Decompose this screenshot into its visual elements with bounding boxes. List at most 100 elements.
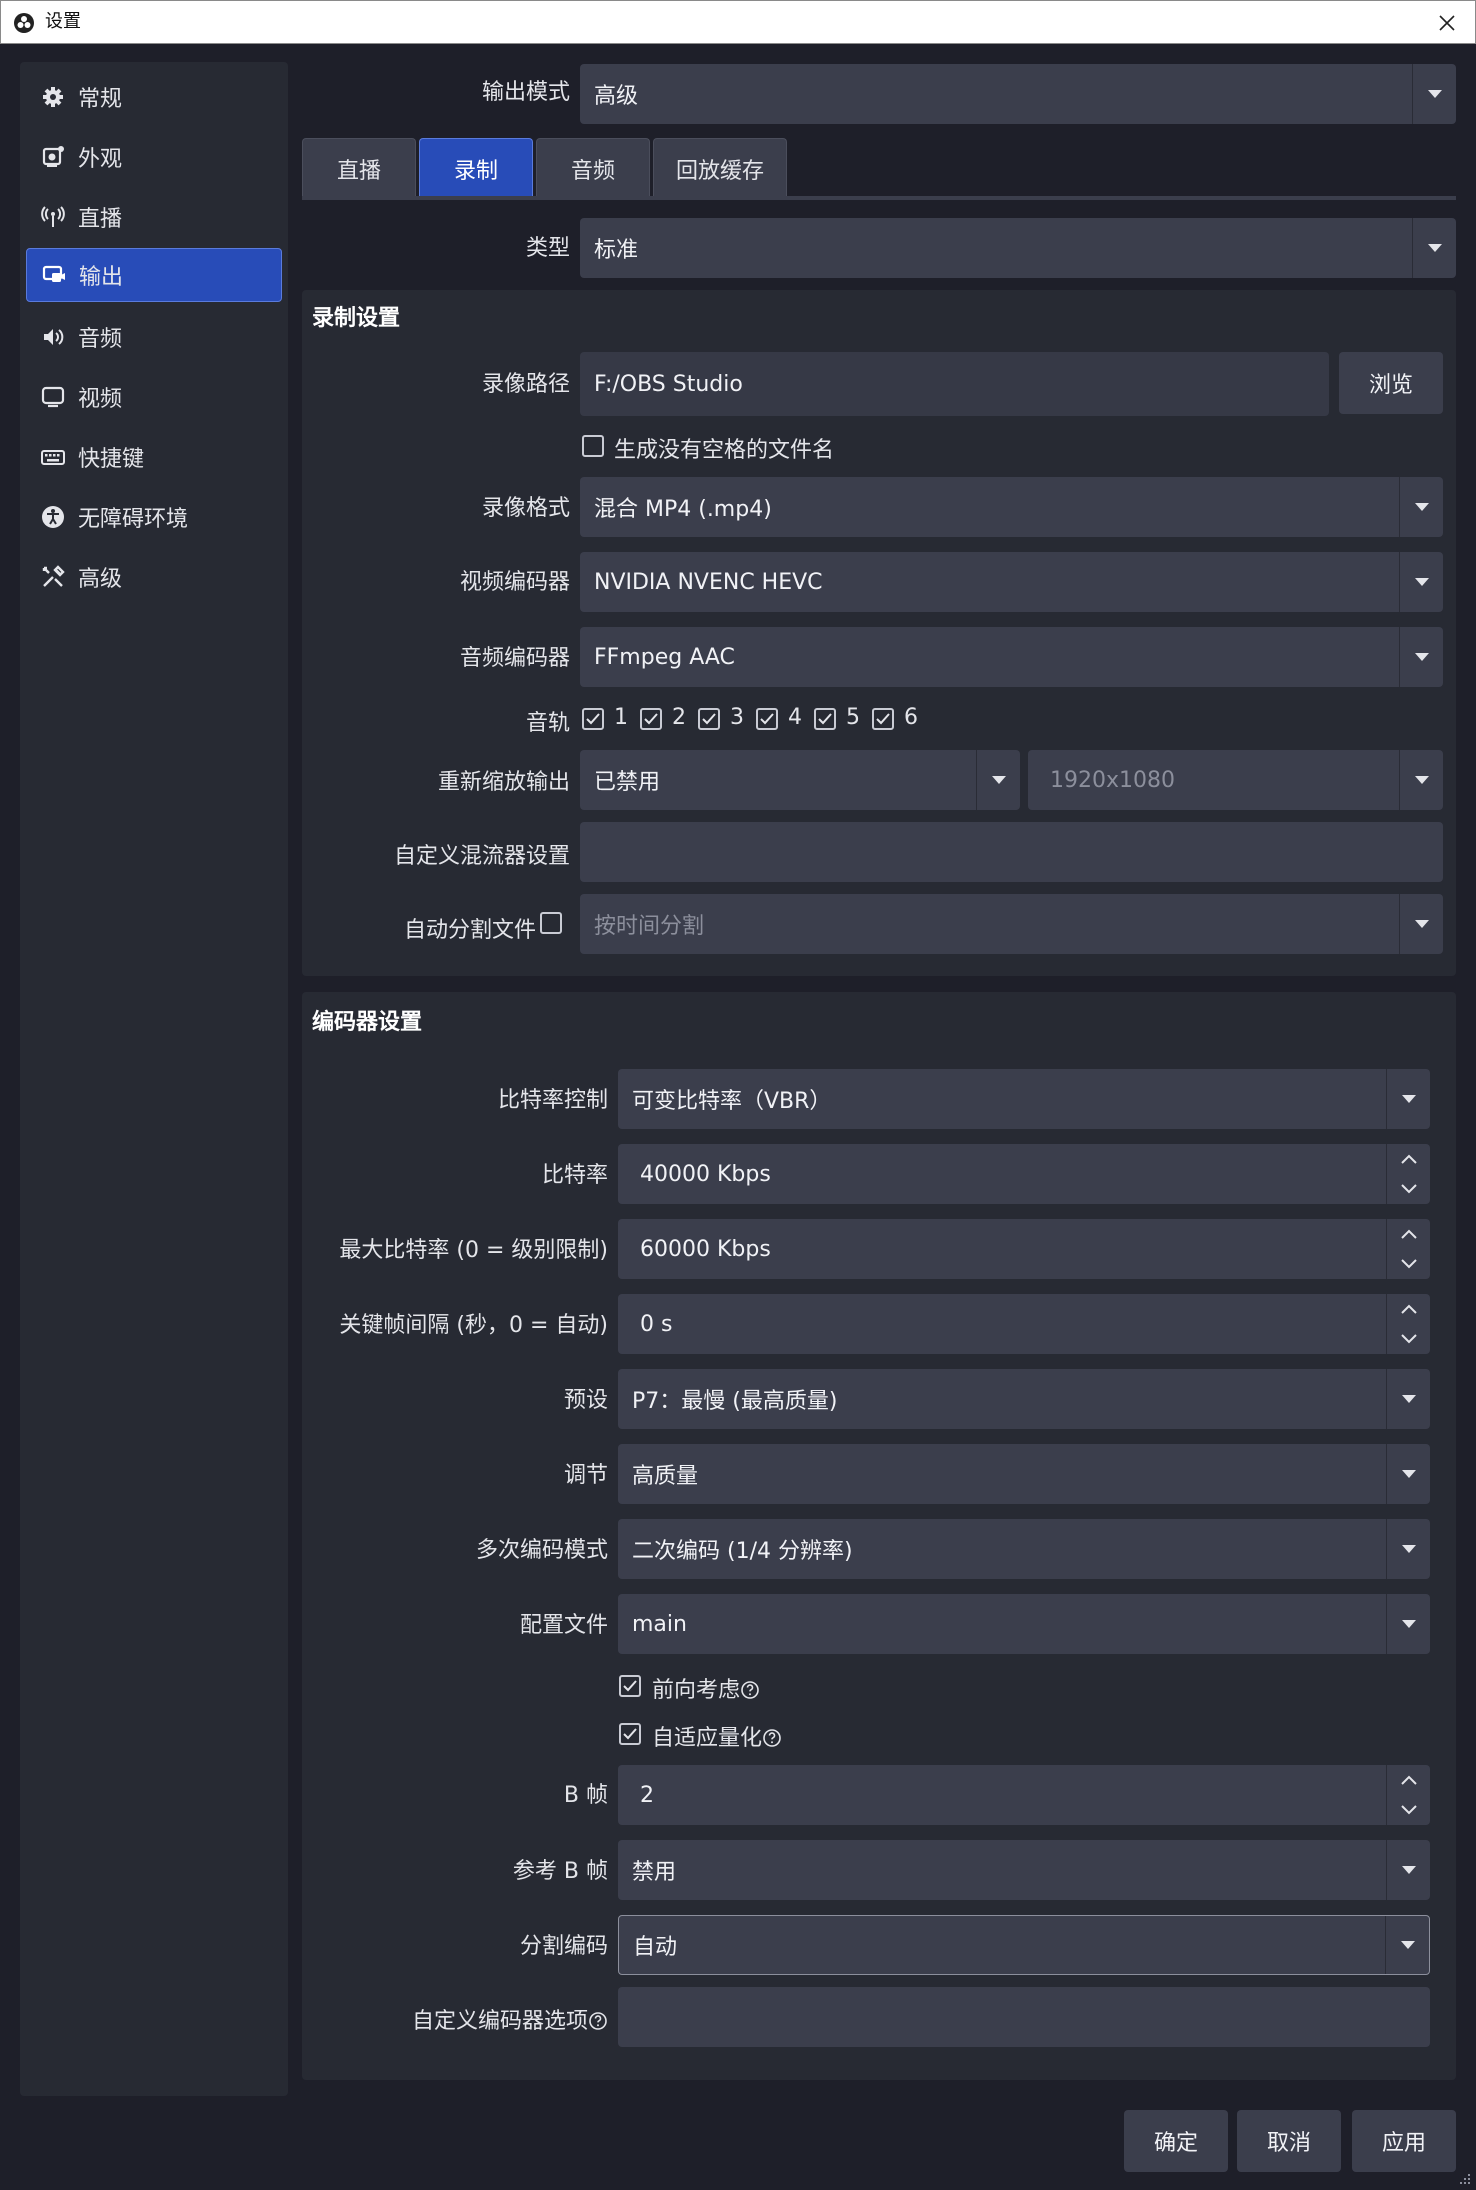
split-mode-dropdown[interactable]: 按时间分割: [580, 894, 1443, 954]
chevron-down-icon: [1386, 1594, 1430, 1654]
type-dropdown[interactable]: 标准: [580, 218, 1456, 278]
profile-dropdown[interactable]: main: [618, 1594, 1430, 1654]
chevron-down-icon: [976, 750, 1020, 810]
chevron-up-icon: [1400, 1154, 1417, 1164]
rate-control-label: 比特率控制: [497, 1088, 608, 1113]
rescale-label: 重新缩放输出: [437, 770, 570, 795]
chevron-down-icon: [1399, 894, 1443, 954]
lookahead-label: 前向考虑: [652, 1678, 741, 1703]
sidebar-item-accessibility[interactable]: 无障碍环境: [26, 490, 282, 544]
preset-label: 预设: [563, 1388, 608, 1413]
output-mode-dropdown[interactable]: 高级: [580, 64, 1456, 124]
track-3-checkbox[interactable]: [698, 708, 720, 730]
split-encode-dropdown[interactable]: 自动: [618, 1915, 1430, 1975]
close-button[interactable]: [1431, 7, 1463, 39]
muxer-label: 自定义混流器设置: [393, 844, 570, 869]
rescale-dropdown[interactable]: 已禁用: [580, 750, 1020, 810]
track-label: 3: [730, 705, 744, 730]
tab-replay-buffer[interactable]: 回放缓存: [653, 138, 787, 198]
spin-buttons[interactable]: [1386, 1765, 1430, 1825]
track-5-checkbox[interactable]: [814, 708, 836, 730]
bframes-spinbox[interactable]: 2: [618, 1765, 1430, 1825]
chevron-down-icon: [1385, 1916, 1429, 1974]
rate-control-dropdown[interactable]: 可变比特率（VBR）: [618, 1069, 1430, 1129]
help-icon[interactable]: [762, 1728, 782, 1748]
keyint-label: 关键帧间隔 (秒，0 = 自动): [339, 1313, 608, 1338]
cancel-button[interactable]: 取消: [1237, 2110, 1341, 2172]
sidebar-item-label: 输出: [79, 265, 124, 290]
help-icon[interactable]: [740, 1680, 760, 1700]
adaptive-quant-checkbox[interactable]: [619, 1723, 641, 1745]
sidebar-item-label: 快捷键: [78, 447, 145, 472]
speaker-icon: [44, 329, 64, 345]
tab-stream[interactable]: 直播: [302, 138, 416, 198]
apply-button[interactable]: 应用: [1352, 2110, 1456, 2172]
track-6-checkbox[interactable]: [872, 708, 894, 730]
sidebar-item-video[interactable]: 视频: [26, 370, 282, 424]
sidebar-item-advanced[interactable]: 高级: [26, 550, 282, 604]
custom-opts-input[interactable]: [618, 1987, 1430, 2047]
title-bar: 设置: [0, 0, 1476, 44]
spin-buttons[interactable]: [1386, 1294, 1430, 1354]
chevron-up-icon: [1400, 1304, 1417, 1314]
bitrate-spinbox[interactable]: 40000 Kbps: [618, 1144, 1430, 1204]
settings-sidebar: 常规 外观 直播 输出 音频 视频 快捷键 无障碍环境 高级: [20, 62, 288, 2096]
sidebar-item-audio[interactable]: 音频: [26, 310, 282, 364]
chevron-down-icon: [1386, 1069, 1430, 1129]
ok-button[interactable]: 确定: [1124, 2110, 1228, 2172]
sidebar-item-general[interactable]: 常规: [26, 70, 282, 124]
tools-icon: [42, 565, 65, 587]
split-file-checkbox[interactable]: [540, 912, 562, 934]
lookahead-checkbox[interactable]: [619, 1675, 641, 1697]
audio-encoder-label: 音频编码器: [459, 646, 570, 671]
bref-label: 参考 B 帧: [512, 1859, 608, 1884]
track-label: 4: [788, 705, 802, 730]
appearance-icon: [42, 146, 64, 167]
bref-dropdown[interactable]: 禁用: [618, 1840, 1430, 1900]
multipass-dropdown[interactable]: 二次编码 (1/4 分辨率): [618, 1519, 1430, 1579]
sidebar-item-stream[interactable]: 直播: [26, 190, 282, 244]
tab-audio[interactable]: 音频: [536, 138, 650, 198]
rescale-resolution-dropdown[interactable]: 1920x1080: [1028, 750, 1443, 810]
track-1-checkbox[interactable]: [582, 708, 604, 730]
preset-dropdown[interactable]: P7：最慢 (最高质量): [618, 1369, 1430, 1429]
gear-icon: [43, 87, 63, 107]
sidebar-item-appearance[interactable]: 外观: [26, 130, 282, 184]
resize-grip-icon[interactable]: [1456, 2170, 1472, 2186]
browse-button[interactable]: 浏览: [1339, 352, 1443, 414]
tune-dropdown[interactable]: 高质量: [618, 1444, 1430, 1504]
sidebar-item-label: 音频: [78, 327, 123, 352]
checkmark-icon: [623, 1728, 637, 1740]
sidebar-item-hotkeys[interactable]: 快捷键: [26, 430, 282, 484]
chevron-down-icon: [1400, 1805, 1417, 1815]
path-input[interactable]: F:/OBS Studio: [580, 352, 1329, 416]
obs-logo-icon: [14, 13, 34, 33]
no-space-checkbox[interactable]: [582, 435, 604, 457]
chevron-down-icon: [1400, 1334, 1417, 1344]
format-label: 录像格式: [481, 496, 570, 521]
max-bitrate-spinbox[interactable]: 60000 Kbps: [618, 1219, 1430, 1279]
split-encode-label: 分割编码: [519, 1934, 608, 1959]
accessibility-icon: [42, 506, 64, 528]
custom-opts-label: 自定义编码器选项: [411, 2009, 588, 2034]
spin-buttons[interactable]: [1386, 1144, 1430, 1204]
track-4-checkbox[interactable]: [756, 708, 778, 730]
chevron-down-icon: [1386, 1444, 1430, 1504]
format-dropdown[interactable]: 混合 MP4 (.mp4): [580, 477, 1443, 537]
track-label: 2: [672, 705, 686, 730]
path-label: 录像路径: [481, 372, 570, 397]
sidebar-item-output[interactable]: 输出: [26, 248, 282, 302]
spin-buttons[interactable]: [1386, 1219, 1430, 1279]
tune-label: 调节: [563, 1463, 608, 1488]
keyint-spinbox[interactable]: 0 s: [618, 1294, 1430, 1354]
help-icon[interactable]: [588, 2011, 608, 2031]
tab-recording[interactable]: 录制: [419, 138, 533, 198]
checkmark-icon: [623, 1680, 637, 1692]
muxer-input[interactable]: [580, 822, 1443, 882]
audio-encoder-dropdown[interactable]: FFmpeg AAC: [580, 627, 1443, 687]
video-encoder-label: 视频编码器: [459, 570, 570, 595]
no-space-label: 生成没有空格的文件名: [614, 438, 835, 463]
output-mode-label: 输出模式: [481, 80, 570, 105]
video-encoder-dropdown[interactable]: NVIDIA NVENC HEVC: [580, 552, 1443, 612]
track-2-checkbox[interactable]: [640, 708, 662, 730]
